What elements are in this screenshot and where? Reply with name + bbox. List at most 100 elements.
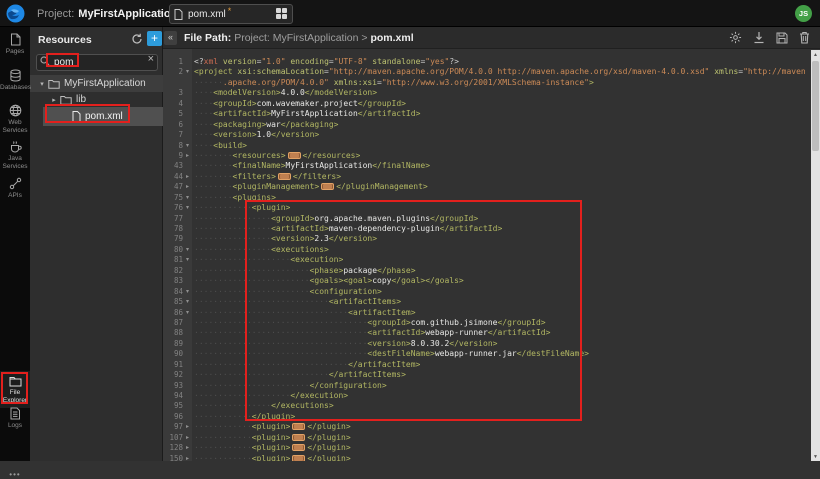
fold-toggle-icon[interactable]: ▸ [183,151,192,161]
tree-item-pom-xml[interactable]: pom.xml [43,107,163,126]
collapse-panel-icon[interactable]: « [164,31,177,45]
fold-toggle-icon[interactable]: ▾ [183,67,192,77]
line-number: 80 [163,245,183,255]
fold-toggle-icon[interactable]: ▾ [183,245,192,255]
clear-search-icon[interactable]: × [148,53,154,65]
code-text: ····································<des… [192,349,589,359]
expand-arrow-icon[interactable]: ▾ [38,80,46,88]
sidebar-item-apis[interactable]: APIs [0,177,30,200]
code-line[interactable]: 78················<artifactId>maven-depe… [163,224,811,234]
code-line[interactable]: 84▾························<configuratio… [163,287,811,297]
fold-toggle-icon[interactable]: ▾ [183,297,192,307]
sidebar-item-pages[interactable]: Pages [0,33,30,56]
download-file-icon[interactable] [753,31,765,44]
scroll-down-icon[interactable]: ▼ [811,452,820,461]
code-line[interactable]: 150▸············<plugin></plugin> [163,454,811,461]
code-line[interactable]: 90····································<d… [163,349,811,359]
code-line[interactable]: 81▾····················<execution> [163,255,811,265]
folded-code-placeholder[interactable] [278,173,291,180]
sidebar-item-databases[interactable]: Databases [0,69,30,92]
code-line[interactable]: 128▸············<plugin></plugin> [163,443,811,453]
code-line[interactable]: 82························<phase>package… [163,266,811,276]
code-line[interactable]: 87····································<g… [163,318,811,328]
code-line[interactable]: 80▾················<executions> [163,245,811,255]
code-line[interactable]: 7····<version>1.0</version> [163,130,811,140]
editor-settings-gear-icon[interactable] [729,31,742,44]
code-line[interactable]: 44▸········<filters></filters> [163,172,811,182]
code-line[interactable]: 93························</configuratio… [163,381,811,391]
code-text: ································<artifac… [192,308,416,318]
fold-toggle-icon [183,109,192,119]
user-avatar[interactable]: JS [795,5,812,22]
code-line[interactable]: 79················<version>2.3</version> [163,234,811,244]
folded-code-placeholder[interactable] [321,183,334,190]
code-line[interactable]: 86▾································<arti… [163,308,811,318]
folded-code-placeholder[interactable] [292,423,305,430]
code-line[interactable]: 92····························</artifact… [163,370,811,380]
folded-code-placeholder[interactable] [292,455,305,461]
code-line[interactable]: 96············</plugin> [163,412,811,422]
code-line[interactable]: 4····<groupId>com.wavemaker.project</gro… [163,99,811,109]
refresh-icon[interactable] [131,33,143,45]
code-line[interactable]: 47▸········<pluginManagement></pluginMan… [163,182,811,192]
fold-toggle-icon[interactable]: ▾ [183,141,192,151]
code-line[interactable]: 75▾········<plugins> [163,193,811,203]
code-line[interactable]: 5····<artifactId>MyFirstApplication</art… [163,109,811,119]
sidebar-item-java-services[interactable]: Java Services [0,140,30,170]
folded-code-placeholder[interactable] [288,152,301,159]
fold-toggle-icon[interactable]: ▸ [183,443,192,453]
folded-code-placeholder[interactable] [292,434,305,441]
wavemaker-logo[interactable] [0,0,30,27]
tab-pom-xml[interactable]: pom.xml * [169,4,293,24]
more-options-icon[interactable]: ••• [0,470,30,479]
code-line[interactable]: 95················</executions> [163,401,811,411]
code-line[interactable]: 3····<modelVersion>4.0.0</modelVersion> [163,88,811,98]
fold-toggle-icon[interactable]: ▾ [183,203,192,213]
fold-toggle-icon[interactable]: ▸ [183,172,192,182]
code-line[interactable]: 88····································<a… [163,328,811,338]
code-line[interactable]: 43········<finalName>MyFirstApplication<… [163,161,811,171]
search-input[interactable] [36,54,158,71]
scrollbar-thumb[interactable] [812,61,819,151]
line-number: 96 [163,412,183,422]
code-line[interactable]: 9▸········<resources></resources> [163,151,811,161]
fold-toggle-icon[interactable]: ▾ [183,287,192,297]
scroll-up-icon[interactable]: ▲ [811,50,820,59]
code-line[interactable]: 94····················</execution> [163,391,811,401]
save-file-icon[interactable] [776,32,788,44]
code-editor[interactable]: 1<?xml version="1.0" encoding="UTF-8" st… [163,49,811,461]
code-line[interactable]: 76▾············<plugin> [163,203,811,213]
file-icon [72,111,81,122]
code-line[interactable]: ······.apache.org/POM/4.0.0" xmlns:xsi="… [163,78,811,88]
fold-toggle-icon[interactable]: ▾ [183,308,192,318]
tree-item-project-folder[interactable]: ▾ MyFirstApplication [30,75,163,92]
code-line[interactable]: 6····<packaging>war</packaging> [163,120,811,130]
fold-toggle-icon [183,78,192,88]
fold-toggle-icon[interactable]: ▸ [183,454,192,461]
fold-toggle-icon[interactable]: ▾ [183,255,192,265]
code-line[interactable]: 97▸············<plugin></plugin> [163,422,811,432]
code-line[interactable]: 91································</arti… [163,360,811,370]
vertical-scrollbar[interactable]: ▲ ▼ [811,50,820,461]
code-line[interactable]: 1<?xml version="1.0" encoding="UTF-8" st… [163,57,811,67]
sidebar-item-file-explorer[interactable]: File Explorer [0,371,30,408]
folded-code-placeholder[interactable] [292,444,305,451]
collapsed-arrow-icon[interactable]: ▸ [50,96,58,104]
fold-toggle-icon[interactable]: ▸ [183,422,192,432]
code-line[interactable]: 77················<groupId>org.apache.ma… [163,214,811,224]
code-line[interactable]: 83························<goals><goal>c… [163,276,811,286]
code-line[interactable]: 107▸············<plugin></plugin> [163,433,811,443]
grid-icon[interactable] [276,8,288,20]
delete-file-icon[interactable] [799,31,810,44]
sidebar-item-web-services[interactable]: Web Services [0,104,30,134]
code-line[interactable]: 89····································<v… [163,339,811,349]
sidebar-item-logs[interactable]: Logs [0,407,30,430]
fold-toggle-icon[interactable]: ▸ [183,433,192,443]
add-resource-button[interactable]: + [147,31,162,46]
code-line[interactable]: 2▾<project xsi:schemaLocation="http://ma… [163,67,811,77]
code-line[interactable]: 85▾····························<artifact… [163,297,811,307]
code-line[interactable]: 8▾····<build> [163,141,811,151]
tree-item-lib-folder[interactable]: ▸ lib [30,92,163,107]
fold-toggle-icon[interactable]: ▸ [183,182,192,192]
fold-toggle-icon[interactable]: ▾ [183,193,192,203]
